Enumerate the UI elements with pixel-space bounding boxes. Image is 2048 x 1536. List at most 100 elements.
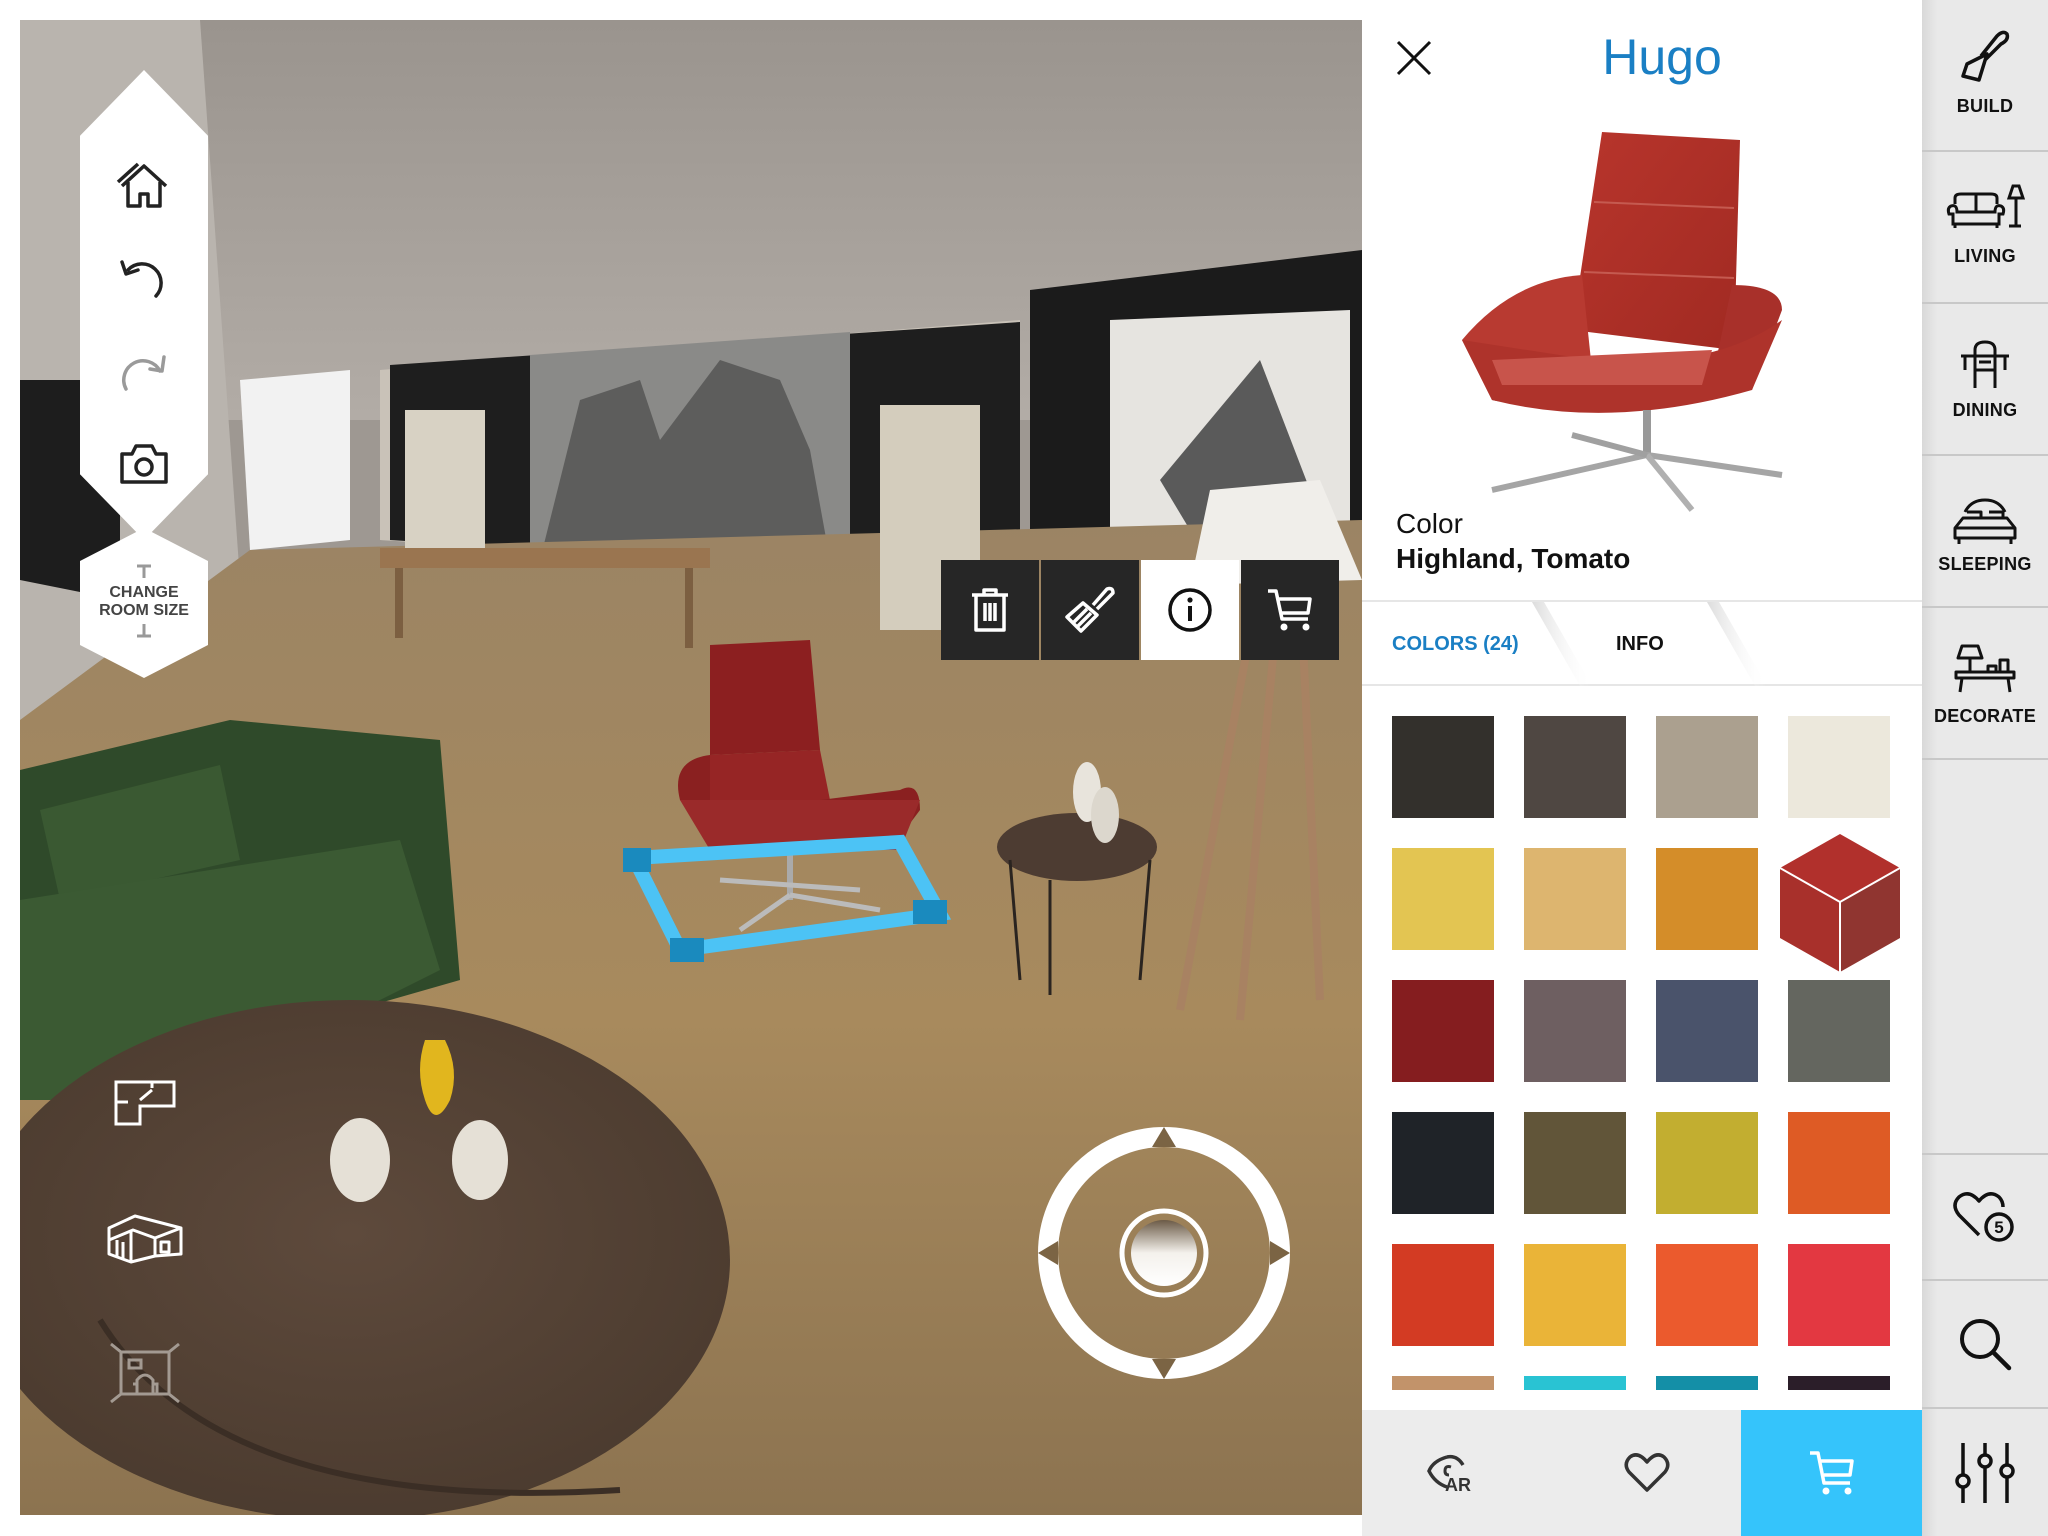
- rail-label: SLEEPING: [1938, 554, 2032, 574]
- redo-button[interactable]: [104, 335, 184, 407]
- color-swatch[interactable]: [1524, 1112, 1626, 1214]
- sofa-lamp-icon: [1946, 184, 2025, 228]
- color-swatch[interactable]: [1656, 980, 1758, 1082]
- color-swatch[interactable]: [1392, 1112, 1494, 1214]
- heart-icon: [1624, 1453, 1669, 1492]
- navigation-joystick[interactable]: [1034, 1123, 1294, 1383]
- color-swatch[interactable]: [1524, 848, 1626, 950]
- trowel-icon: [1961, 30, 2010, 82]
- color-swatch[interactable]: [1656, 716, 1758, 818]
- search-button[interactable]: [1922, 1281, 2048, 1409]
- color-swatch[interactable]: [1392, 980, 1494, 1082]
- color-label: Color: [1396, 508, 1463, 539]
- 3d-room-viewport[interactable]: CHANGE ROOM SIZE: [20, 20, 1362, 1515]
- decorate-icon: [1954, 644, 2016, 693]
- search-icon: [1960, 1319, 2012, 1371]
- rail-label: DINING: [1952, 400, 2018, 420]
- dining-table-icon: [1961, 340, 2009, 388]
- paintbrush-icon: [1065, 586, 1115, 633]
- product-image: [1462, 132, 1783, 512]
- sliders-icon: [1955, 1442, 2015, 1503]
- object-context-toolbar: [941, 560, 1339, 660]
- redo-icon: [122, 355, 166, 391]
- color-swatch-grid: [1362, 690, 1922, 1410]
- info-icon: [1168, 588, 1212, 632]
- joystick-icon: [1038, 1127, 1290, 1379]
- view-in-ar-button[interactable]: AR: [1362, 1410, 1552, 1536]
- paint-button[interactable]: [1041, 560, 1139, 660]
- rail-item-dining[interactable]: DINING: [1922, 304, 2048, 456]
- add-to-favorites-button[interactable]: [1552, 1410, 1741, 1536]
- resize-bottom-icon: [137, 624, 151, 638]
- 3d-view-button[interactable]: [105, 1205, 185, 1271]
- color-swatch[interactable]: [1392, 1376, 1494, 1390]
- change-room-size-label-2: ROOM SIZE: [99, 602, 189, 619]
- settings-button[interactable]: [1922, 1409, 2048, 1536]
- tab-colors[interactable]: COLORS (24): [1392, 602, 1519, 686]
- ar-eye-icon: AR: [1427, 1454, 1471, 1493]
- change-room-size-label-1: CHANGE: [109, 584, 179, 601]
- favorites-heart-icon: 5: [1953, 1192, 2014, 1242]
- home-icon: [116, 162, 168, 208]
- color-swatch[interactable]: [1524, 1376, 1626, 1390]
- cart-icon: [1268, 589, 1312, 631]
- tab-info[interactable]: INFO: [1616, 602, 1664, 686]
- color-swatch[interactable]: [1392, 848, 1494, 950]
- bed-icon: [1953, 498, 2017, 544]
- add-to-cart-button[interactable]: [1741, 1410, 1922, 1536]
- cart-button[interactable]: [1241, 560, 1339, 660]
- color-swatch[interactable]: [1788, 1112, 1890, 1214]
- rail-label: BUILD: [1956, 96, 2014, 116]
- color-swatch[interactable]: [1788, 1376, 1890, 1390]
- color-swatch[interactable]: [1392, 1244, 1494, 1346]
- category-rail: BUILD LIVING DINING SLEEPING DECORATE 5: [1922, 0, 2048, 1536]
- undo-button[interactable]: [104, 242, 184, 314]
- cart-icon: [1809, 1451, 1854, 1495]
- room-view-button[interactable]: [105, 1340, 185, 1406]
- delete-button[interactable]: [941, 560, 1039, 660]
- favorites-button[interactable]: 5: [1922, 1153, 2048, 1281]
- favorites-count: 5: [1994, 1218, 2003, 1237]
- trash-icon: [972, 588, 1008, 632]
- resize-top-icon: [137, 564, 151, 578]
- ar-text: AR: [1445, 1475, 1471, 1493]
- rail-item-living[interactable]: LIVING: [1922, 152, 2048, 304]
- color-swatch[interactable]: [1656, 1112, 1758, 1214]
- selected-color-name: Highland, Tomato: [1396, 543, 1631, 574]
- product-title: Hugo: [1602, 29, 1722, 85]
- rail-item-decorate[interactable]: DECORATE: [1922, 608, 2048, 760]
- 3d-house-icon: [107, 1214, 183, 1264]
- color-swatch-selected[interactable]: [1780, 834, 1900, 972]
- home-button[interactable]: [104, 150, 184, 222]
- rail-label: DECORATE: [1933, 706, 2037, 726]
- close-icon: [1396, 40, 1432, 76]
- rail-label: LIVING: [1954, 246, 2016, 266]
- info-button[interactable]: [1141, 560, 1239, 660]
- color-swatch[interactable]: [1392, 716, 1494, 818]
- tab-divider: [1532, 602, 1592, 686]
- panel-tabs: COLORS (24) INFO: [1362, 600, 1922, 686]
- room-view-icon: [110, 1342, 180, 1404]
- tab-divider: [1707, 602, 1767, 686]
- camera-icon: [120, 444, 168, 484]
- scene-toolbar: [80, 70, 208, 540]
- screenshot-button[interactable]: [104, 428, 184, 500]
- color-swatch[interactable]: [1524, 1244, 1626, 1346]
- undo-icon: [120, 260, 163, 298]
- floorplan-view-button[interactable]: [105, 1070, 185, 1136]
- product-detail-panel: Hugo Color Highland, Tomato COLORS (24) …: [1362, 0, 1922, 1536]
- panel-action-bar: AR: [1362, 1410, 1922, 1536]
- color-swatch[interactable]: [1788, 980, 1890, 1082]
- color-swatch[interactable]: [1656, 848, 1758, 950]
- change-room-size-button[interactable]: CHANGE ROOM SIZE: [80, 528, 208, 678]
- close-panel-button[interactable]: [1384, 28, 1444, 88]
- color-swatch[interactable]: [1524, 716, 1626, 818]
- color-swatch[interactable]: [1656, 1244, 1758, 1346]
- floorplan-icon: [114, 1080, 176, 1126]
- color-swatch[interactable]: [1656, 1376, 1758, 1390]
- rail-item-sleeping[interactable]: SLEEPING: [1922, 456, 2048, 608]
- color-swatch[interactable]: [1788, 716, 1890, 818]
- color-swatch[interactable]: [1788, 1244, 1890, 1346]
- color-swatch[interactable]: [1524, 980, 1626, 1082]
- rail-item-build[interactable]: BUILD: [1922, 0, 2048, 152]
